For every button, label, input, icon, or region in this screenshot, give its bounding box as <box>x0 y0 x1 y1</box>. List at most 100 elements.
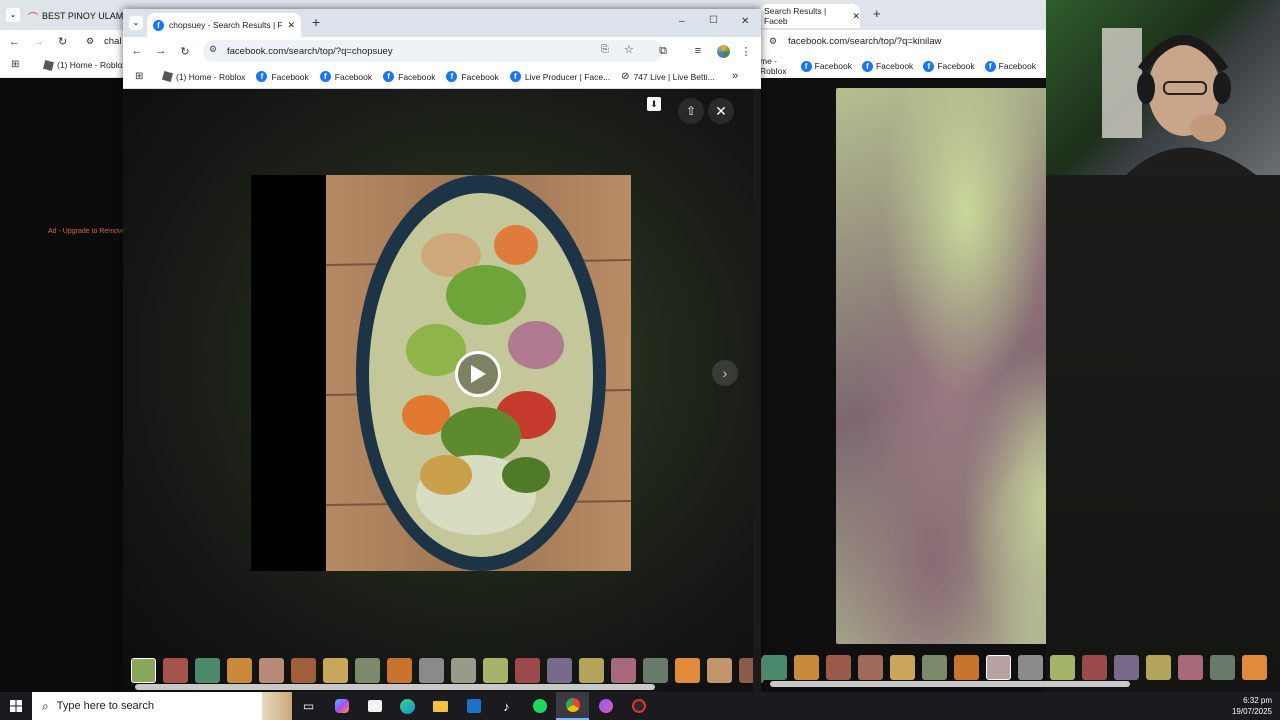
ad-text[interactable]: Ad - Upgrade to Remove <box>48 228 125 235</box>
tab-list-dropdown[interactable]: ⌄ <box>129 16 143 30</box>
bookmark-facebook[interactable]: f Facebook <box>256 71 309 82</box>
right-thumbnail-scrollbar[interactable] <box>770 681 1130 687</box>
thumbnail[interactable] <box>794 654 819 680</box>
thumbnail[interactable] <box>1050 654 1075 680</box>
menu-icon[interactable]: ⋮ <box>737 42 755 60</box>
microsoft-store-icon[interactable] <box>358 692 391 720</box>
thumbnail[interactable] <box>922 654 947 680</box>
back-icon[interactable]: ← <box>9 36 20 48</box>
spotify-icon[interactable] <box>523 692 556 720</box>
media-control-icon[interactable]: ≡ <box>689 42 707 60</box>
site-settings-icon[interactable]: ⚙ <box>769 36 777 47</box>
vertical-scrollbar[interactable] <box>753 89 761 692</box>
thumbnail[interactable] <box>259 657 284 683</box>
bookmark-747-live[interactable]: ⊘ 747 Live | Live Betti... <box>621 71 715 82</box>
profile-avatar-icon[interactable] <box>714 42 732 60</box>
tab-list-dropdown[interactable]: ⌄ <box>6 8 20 22</box>
address-bar[interactable]: ⚙ facebook.com/search/top/?q=chopsuey ⎘ … <box>203 40 663 62</box>
new-tab-button[interactable]: + <box>873 6 881 21</box>
thumbnail[interactable] <box>195 657 220 683</box>
thumbnail[interactable] <box>986 654 1011 680</box>
bookmark-facebook[interactable]: f Facebook <box>446 71 499 82</box>
thumbnail[interactable] <box>387 657 412 683</box>
thumbnail[interactable] <box>1210 654 1235 680</box>
thumbnail[interactable] <box>131 657 156 683</box>
thumbnail[interactable] <box>954 654 979 680</box>
background-right-address[interactable]: facebook.com/search/top/?q=kinilaw <box>788 36 941 47</box>
forward-icon[interactable]: → <box>33 36 44 48</box>
bookmark-facebook[interactable]: f Facebook <box>383 71 435 82</box>
thumbnail[interactable] <box>419 657 444 683</box>
thumbnail[interactable] <box>1178 654 1203 680</box>
maximize-button[interactable]: ☐ <box>709 15 718 26</box>
tab-close-icon[interactable]: ✕ <box>852 11 860 22</box>
bookmark-roblox[interactable]: (1) Home - Roblox <box>161 70 245 83</box>
share-icon[interactable]: ⇧ <box>678 98 704 124</box>
thumbnail[interactable] <box>643 657 668 683</box>
obs-icon[interactable] <box>622 692 655 720</box>
forward-icon[interactable]: → <box>152 42 170 60</box>
close-icon[interactable]: ✕ <box>708 98 734 124</box>
extensions-icon[interactable]: ⧉ <box>654 42 672 60</box>
thumbnail[interactable] <box>890 654 915 680</box>
tiktok-icon[interactable]: ♪ <box>490 692 523 720</box>
taskbar-search[interactable]: ⌕ Type here to search <box>32 692 262 720</box>
thumbnail[interactable] <box>707 657 732 683</box>
bookmark-facebook[interactable]: f Facebook <box>984 60 1036 72</box>
system-clock[interactable]: 6:32 pm 19/07/2025 <box>1232 695 1272 717</box>
chopsuey-video[interactable] <box>326 175 631 571</box>
start-button[interactable] <box>0 692 32 720</box>
bookmark-roblox[interactable]: (1) Home - Roblox <box>42 59 126 71</box>
edge-icon[interactable] <box>391 692 424 720</box>
thumbnail[interactable] <box>1018 654 1043 680</box>
tab-chopsuey[interactable]: f chopsuey - Search Results | Fac ✕ <box>147 13 301 37</box>
background-left-tab[interactable]: ⌒ BEST PINOY ULAM b <box>28 6 138 26</box>
thumbnail[interactable] <box>675 657 700 683</box>
messenger-icon[interactable] <box>589 692 622 720</box>
close-window-button[interactable]: ✕ <box>741 16 749 27</box>
bookmark-facebook[interactable]: f Facebook <box>861 60 913 72</box>
thumbnail[interactable] <box>858 654 883 680</box>
play-icon[interactable] <box>455 351 501 397</box>
thumbnail[interactable] <box>355 657 380 683</box>
thumbnail[interactable] <box>611 657 636 683</box>
thumbnail[interactable] <box>291 657 316 683</box>
chrome-icon[interactable] <box>556 692 589 720</box>
thumbnail-scrollbar[interactable] <box>135 684 655 690</box>
background-right-tab[interactable]: Search Results | Faceb ✕ <box>760 4 860 28</box>
thumbnail[interactable] <box>451 657 476 683</box>
bookmark-facebook[interactable]: f Facebook <box>319 71 372 82</box>
file-explorer-icon[interactable] <box>424 692 457 720</box>
new-tab-button[interactable]: + <box>312 14 320 30</box>
download-icon[interactable]: ⬇ <box>647 97 661 111</box>
copilot-icon[interactable] <box>325 692 358 720</box>
bookmark-facebook[interactable]: f Facebook <box>800 60 852 72</box>
thumbnail[interactable] <box>762 654 787 680</box>
chevron-right-icon[interactable]: › <box>712 360 738 386</box>
site-settings-icon[interactable]: ⚙ <box>86 36 94 47</box>
tab-close-icon[interactable]: ✕ <box>287 20 295 31</box>
task-view-icon[interactable]: ▭ <box>292 692 325 720</box>
more-bookmarks-button[interactable]: » <box>732 70 738 82</box>
thumbnail[interactable] <box>227 657 252 683</box>
thumbnail[interactable] <box>483 657 508 683</box>
reload-icon[interactable]: ↻ <box>58 35 67 48</box>
thumbnail[interactable] <box>515 657 540 683</box>
site-settings-icon[interactable]: ⚙ <box>209 44 217 55</box>
thumbnail[interactable] <box>1114 654 1139 680</box>
outlook-icon[interactable] <box>457 692 490 720</box>
background-left-address[interactable]: chal <box>104 36 121 47</box>
thumbnail[interactable] <box>1242 654 1267 680</box>
apps-grid-icon[interactable]: ⊞ <box>11 59 19 70</box>
bookmark-roblox-partial[interactable]: me - Roblox <box>760 56 791 76</box>
thumbnail[interactable] <box>163 657 188 683</box>
back-icon[interactable]: ← <box>128 42 146 60</box>
bookmark-facebook[interactable]: f Facebook <box>923 60 975 72</box>
thumbnail[interactable] <box>826 654 851 680</box>
bookmark-star-icon[interactable]: ☆ <box>624 43 634 56</box>
minimize-button[interactable]: – <box>679 16 685 27</box>
thumbnail[interactable] <box>547 657 572 683</box>
thumbnail[interactable] <box>579 657 604 683</box>
thumbnail[interactable] <box>1082 654 1107 680</box>
apps-grid-icon[interactable]: ⊞ <box>135 71 143 82</box>
